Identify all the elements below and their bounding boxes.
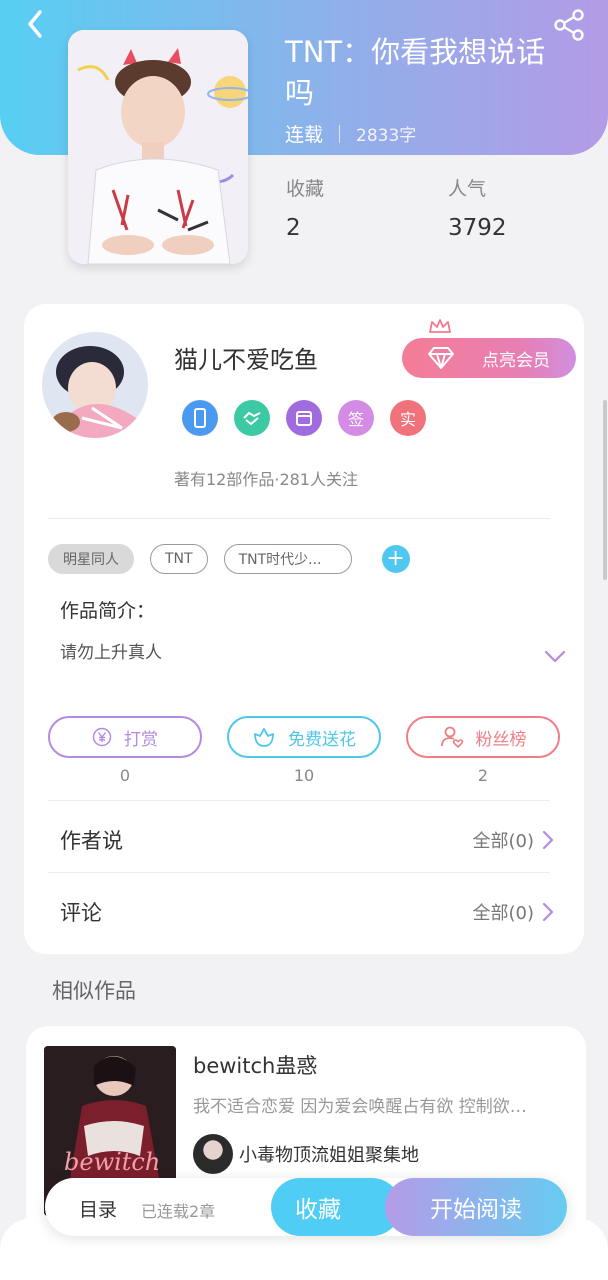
book-meta: 连载 2833字: [285, 120, 416, 147]
stat-label: 人气: [448, 178, 487, 200]
author-stats: 著有12部作品·281人关注: [174, 470, 358, 489]
stat-popularity: 人气 3792: [448, 174, 507, 241]
toc-button[interactable]: 目录: [79, 1195, 117, 1222]
tag-list: 明星同人 TNT TNT时代少... +: [48, 544, 410, 574]
row-count: 全部(0): [472, 831, 535, 852]
tag-item[interactable]: TNT时代少...: [223, 544, 352, 574]
author-notes-row[interactable]: 作者说 全部(0): [60, 820, 554, 860]
fan-ranking-button[interactable]: 粉丝榜: [406, 716, 560, 758]
row-title: 评论: [60, 901, 102, 925]
calendar-icon: [296, 411, 312, 426]
book-cover[interactable]: [68, 30, 248, 264]
chevron-right-icon: [542, 830, 554, 850]
divider: [48, 518, 550, 519]
book-title: TNT：你看我想说话吗: [285, 35, 546, 110]
avatar[interactable]: [42, 332, 148, 438]
author-avatar-image: [42, 332, 148, 438]
plus-icon: +: [386, 546, 405, 571]
chevron-down-icon[interactable]: [544, 650, 566, 664]
send-flower-label: 免费送花: [288, 729, 356, 750]
reward-button[interactable]: 打赏: [48, 716, 202, 758]
bottom-action-bar: 目录 已连载2章 收藏 开始阅读: [45, 1178, 567, 1236]
chapter-count: 已连载2章: [141, 1202, 216, 1221]
sign-badge-text: 签: [347, 410, 364, 429]
share-button[interactable]: [552, 8, 586, 42]
flower-count: 10: [293, 766, 315, 785]
author-name[interactable]: 猫儿不爱吃鱼: [174, 340, 318, 375]
similar-desc: 我不适合恋爱 因为爱会唤醒占有欲 控制欲…: [193, 1097, 527, 1117]
meta-divider: [339, 124, 341, 143]
crown-icon: [429, 319, 451, 333]
row-right: 全部(0): [473, 899, 555, 925]
share-icon: [554, 9, 584, 41]
phone-icon: [194, 408, 206, 428]
favorite-label: 收藏: [295, 1197, 341, 1223]
similar-author: 小毒物顶流姐姐聚集地: [193, 1134, 419, 1174]
similar-cover-text: bewitch: [64, 1148, 160, 1176]
add-tag-button[interactable]: +: [381, 545, 410, 573]
yen-icon: [92, 727, 112, 747]
verified-badge-icon[interactable]: 实: [390, 400, 426, 436]
divider: [48, 872, 550, 873]
chevron-right-icon: [542, 902, 554, 922]
stat-label: 收藏: [286, 178, 325, 200]
start-reading-button[interactable]: 开始阅读: [385, 1178, 567, 1236]
send-flower-button[interactable]: 免费送花: [227, 716, 381, 758]
phone-badge-icon[interactable]: [182, 400, 218, 436]
row-count: 全部(0): [472, 903, 535, 924]
back-button[interactable]: [20, 8, 52, 40]
vip-button[interactable]: 点亮会员: [402, 319, 576, 378]
row-right: 全部(0): [473, 827, 555, 853]
handshake-badge-icon[interactable]: [234, 400, 270, 436]
intro-text: 请勿上升真人: [60, 643, 162, 663]
stat-favorites: 收藏 2: [286, 174, 324, 241]
author-card: 猫儿不爱吃鱼 点亮会员 签 实 著有12部作品·281人关注 明星同人 TNT …: [24, 304, 584, 954]
verified-badge-text: 实: [399, 410, 416, 429]
scrollbar[interactable]: [603, 400, 607, 580]
handshake-icon: [243, 411, 261, 426]
fan-ranking-label: 粉丝榜: [475, 729, 527, 750]
reward-label: 打赏: [124, 729, 158, 750]
cover-illustration: [68, 30, 248, 264]
word-count: 2833字: [356, 126, 417, 146]
tag-item[interactable]: TNT: [150, 544, 208, 574]
vip-button-label: 点亮会员: [482, 350, 550, 371]
reward-count: 0: [119, 766, 131, 785]
similar-author-name: 小毒物顶流姐姐聚集地: [239, 1145, 419, 1166]
diamond-icon: [428, 347, 454, 369]
book-status: 连载: [285, 124, 324, 146]
chevron-left-icon: [28, 10, 42, 38]
stat-value: 2: [286, 215, 301, 241]
favorite-button[interactable]: 收藏: [271, 1178, 401, 1236]
sign-badge-icon[interactable]: 签: [338, 400, 374, 436]
intro-label: 作品简介：: [60, 600, 156, 622]
calendar-badge-icon[interactable]: [286, 400, 322, 436]
flower-icon: [254, 728, 274, 747]
author-badges: 签 实: [182, 400, 426, 436]
similar-title: bewitch蛊惑: [193, 1054, 318, 1078]
tag-item[interactable]: 明星同人: [48, 544, 134, 574]
fan-icon: [440, 726, 463, 749]
comments-row[interactable]: 评论 全部(0): [60, 892, 554, 932]
divider: [48, 800, 550, 801]
similar-section-title: 相似作品: [52, 979, 136, 1003]
avatar: [193, 1134, 233, 1174]
start-reading-label: 开始阅读: [430, 1197, 522, 1223]
stat-value: 3792: [448, 215, 507, 241]
fan-count: 2: [477, 766, 489, 785]
row-title: 作者说: [60, 829, 123, 853]
